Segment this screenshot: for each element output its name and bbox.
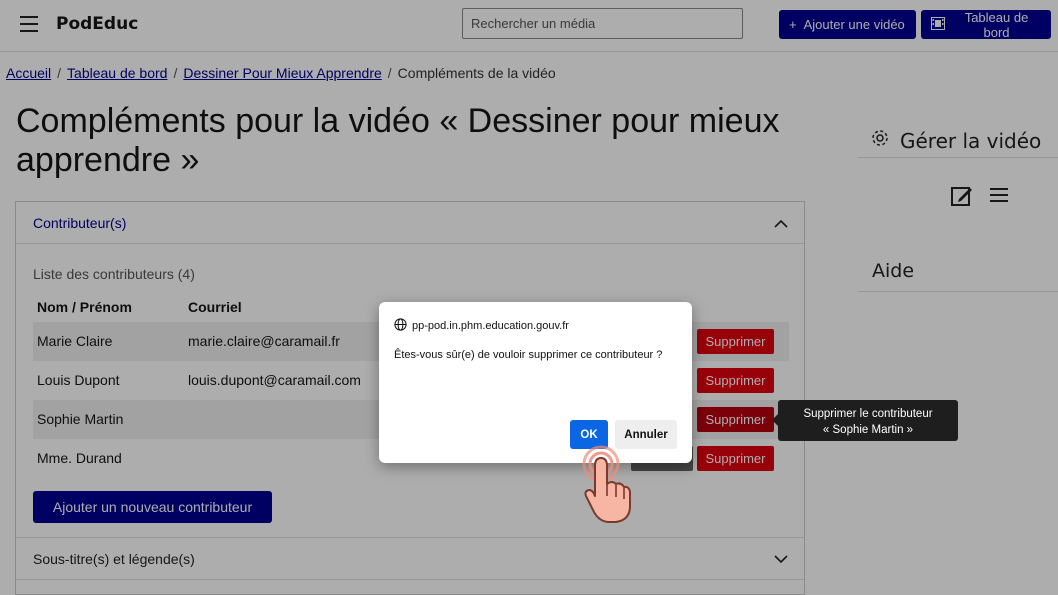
tooltip-line-2: « Sophie Martin » bbox=[822, 424, 914, 436]
dialog-origin: pp-pod.in.phm.education.gouv.fr bbox=[394, 318, 569, 334]
confirm-dialog: pp-pod.in.phm.education.gouv.fr Êtes-vou… bbox=[379, 302, 692, 463]
modal-backdrop bbox=[0, 0, 1058, 595]
tap-hand-icon bbox=[576, 444, 636, 526]
dialog-origin-text: pp-pod.in.phm.education.gouv.fr bbox=[412, 320, 569, 332]
dialog-message: Êtes-vous sûr(e) de vouloir supprimer ce… bbox=[394, 349, 663, 361]
delete-tooltip: Supprimer le contributeur « Sophie Marti… bbox=[772, 400, 958, 441]
tooltip-line-1: Supprimer le contributeur bbox=[803, 408, 933, 420]
globe-icon bbox=[394, 318, 407, 334]
